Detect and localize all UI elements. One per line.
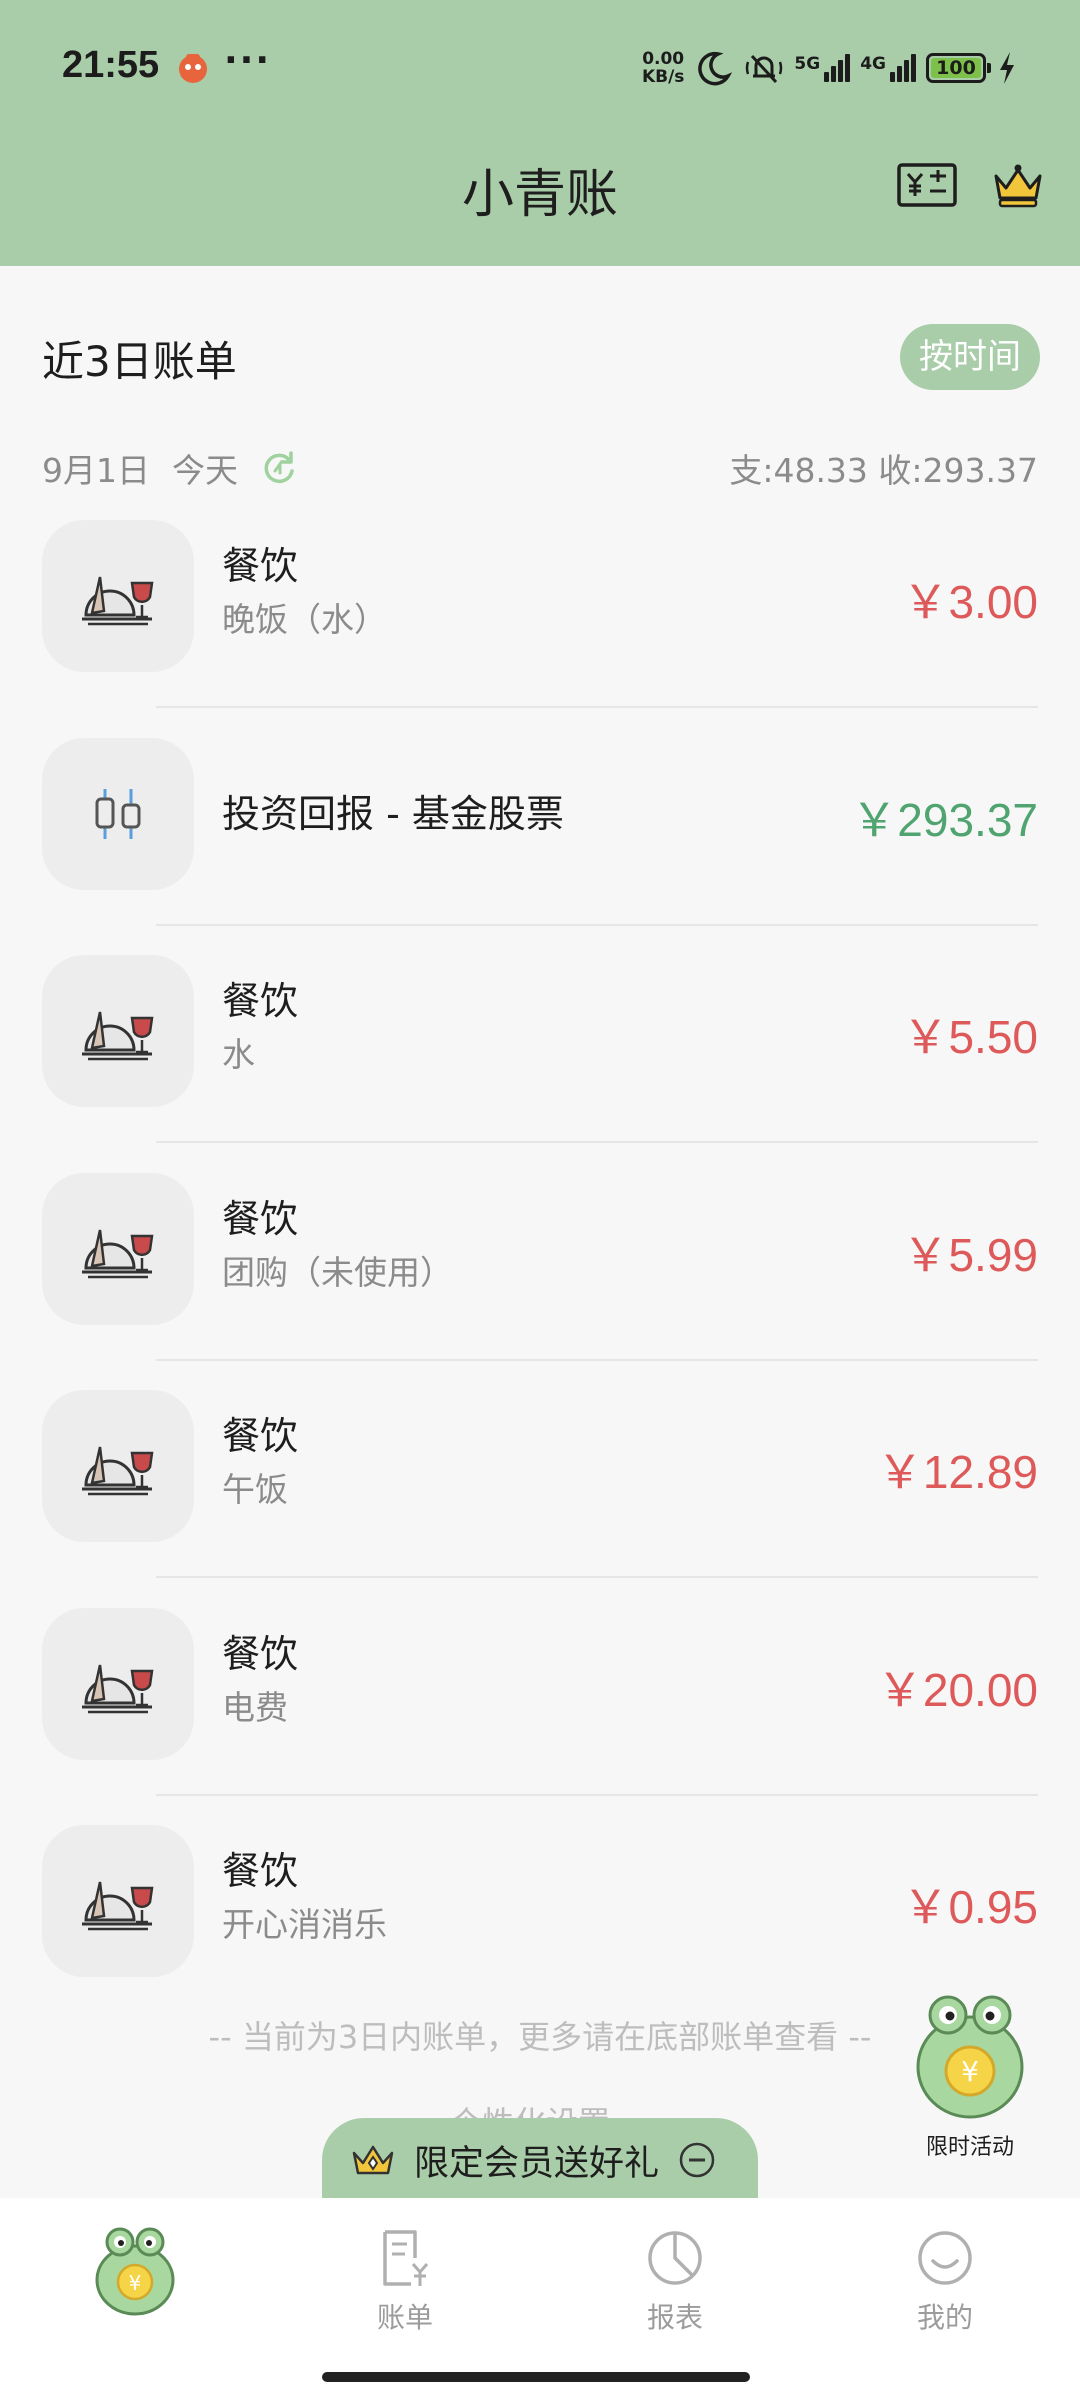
transaction-amount: ￥20.00 bbox=[876, 1663, 1038, 1716]
transaction-category: 餐饮 bbox=[222, 544, 299, 588]
divider bbox=[156, 1141, 1038, 1143]
frog-home-icon: ¥ bbox=[95, 2227, 175, 2316]
nav-home[interactable]: ¥ bbox=[55, 2220, 215, 2320]
divider bbox=[156, 1793, 1038, 1796]
transaction-amount: ￥3.00 bbox=[902, 576, 1038, 628]
status-right-group: 0.00 KB/s 5G 4G 100 bbox=[642, 46, 1018, 90]
nav-me-label: 我的 bbox=[916, 2301, 973, 2334]
app-header: 21:55 ··· 0.00 KB/s 5G 4G 100 小青账 bbox=[0, 0, 1080, 266]
dnd-moon-icon bbox=[698, 51, 733, 86]
nav-bills[interactable]: 账单 bbox=[325, 2228, 485, 2336]
status-time: 21:55 bbox=[62, 44, 160, 86]
signal-4g: 4G bbox=[860, 54, 916, 82]
dining-icon bbox=[42, 1607, 194, 1760]
net-speed-unit: KB/s bbox=[641, 67, 685, 87]
divider bbox=[156, 1576, 1038, 1578]
dining-icon bbox=[42, 1172, 194, 1325]
transaction-list: 餐饮 晚饭（水） ￥3.00 投资回报 - 基金股票 ￥293.37 餐饮 水 … bbox=[0, 520, 1080, 2043]
dining-icon bbox=[42, 520, 194, 672]
transaction-amount: ￥293.37 bbox=[851, 793, 1038, 846]
day-summary: 支:48.33 收:293.37 bbox=[729, 451, 1038, 490]
nav-reports-label: 报表 bbox=[646, 2301, 703, 2334]
dining-icon bbox=[42, 955, 194, 1107]
transaction-amount: ￥0.95 bbox=[902, 1881, 1038, 1933]
transaction-category: 餐饮 bbox=[222, 1414, 299, 1458]
bottom-nav: ¥ 账单 报表 我的 bbox=[0, 2198, 1080, 2400]
bill-icon bbox=[383, 2230, 429, 2286]
dining-icon bbox=[42, 1825, 194, 1977]
transaction-note: 团购（未使用） bbox=[222, 1252, 453, 1292]
limited-event-button[interactable]: ¥ 限时活动 bbox=[908, 1985, 1032, 2161]
transaction-category: 投资回报 - 基金股票 bbox=[222, 791, 564, 836]
transaction-amount: ￥5.50 bbox=[902, 1011, 1038, 1063]
signal-5g: 5G bbox=[794, 54, 851, 82]
transaction-note: 水 bbox=[222, 1035, 255, 1074]
home-indicator[interactable] bbox=[322, 2372, 750, 2382]
candlestick-icon bbox=[42, 737, 194, 890]
transaction-amount: ￥12.89 bbox=[876, 1446, 1038, 1498]
status-bar: 21:55 ··· 0.00 KB/s 5G 4G 100 bbox=[0, 0, 1080, 130]
status-more-icon: ··· bbox=[224, 40, 272, 81]
divider bbox=[156, 706, 1038, 708]
transaction-note: 电费 bbox=[222, 1687, 288, 1727]
nav-reports[interactable]: 报表 bbox=[595, 2228, 755, 2336]
divider bbox=[156, 1358, 1038, 1361]
refresh-icon[interactable] bbox=[260, 449, 298, 487]
transaction-note: 晚饭（水） bbox=[222, 600, 387, 639]
charging-bolt-icon bbox=[1000, 52, 1014, 84]
transaction-row[interactable]: 投资回报 - 基金股票 ￥293.37 bbox=[0, 737, 1080, 956]
crown-icon[interactable] bbox=[990, 160, 1046, 210]
transaction-category: 餐饮 bbox=[222, 979, 299, 1023]
mute-bell-icon bbox=[746, 54, 783, 84]
svg-text:¥: ¥ bbox=[129, 2271, 142, 2295]
transaction-row[interactable]: 餐饮 团购（未使用） ￥5.99 bbox=[0, 1172, 1080, 1391]
battery-icon: 100 bbox=[926, 53, 991, 83]
app-notification-icon bbox=[179, 54, 207, 83]
limited-event-label: 限时活动 bbox=[925, 2135, 1014, 2160]
frog-mascot-icon: ¥ bbox=[916, 1995, 1024, 2119]
member-gift-banner[interactable]: 限定会员送好礼 bbox=[322, 2118, 758, 2202]
dining-icon bbox=[42, 1390, 194, 1542]
transaction-category: 餐饮 bbox=[222, 1631, 299, 1676]
transaction-category: 餐饮 bbox=[222, 1196, 299, 1241]
collapse-icon[interactable] bbox=[677, 2140, 717, 2180]
sort-by-time-button[interactable]: 按时间 bbox=[900, 324, 1040, 390]
section-title: 近3日账单 bbox=[42, 337, 237, 386]
transaction-amount: ￥5.99 bbox=[902, 1228, 1038, 1281]
transaction-category: 餐饮 bbox=[222, 1849, 299, 1893]
divider bbox=[156, 923, 1038, 926]
member-banner-text: 限定会员送好礼 bbox=[414, 2143, 660, 2184]
day-header: 9月1日 今天 支:48.33 收:293.37 bbox=[42, 444, 1038, 490]
net-speed: 0.00 KB/s bbox=[642, 50, 684, 86]
currency-calc-icon[interactable] bbox=[896, 160, 958, 210]
smile-icon bbox=[918, 2231, 972, 2285]
transaction-row[interactable]: 餐饮 晚饭（水） ￥3.00 bbox=[0, 520, 1080, 738]
transaction-row[interactable]: 餐饮 水 ￥5.50 bbox=[0, 955, 1080, 1173]
svg-text:¥: ¥ bbox=[961, 2055, 979, 2088]
pie-chart-icon bbox=[648, 2231, 702, 2285]
transaction-row[interactable]: 餐饮 午饭 ￥12.89 bbox=[0, 1390, 1080, 1608]
transaction-row[interactable]: 餐饮 电费 ￥20.00 bbox=[0, 1607, 1080, 1826]
day-label: 今天 bbox=[172, 451, 238, 490]
crown-icon bbox=[352, 2145, 394, 2175]
day-date: 9月1日 bbox=[42, 451, 150, 490]
nav-bills-label: 账单 bbox=[376, 2301, 433, 2334]
net-speed-value: 0.00 bbox=[642, 49, 685, 69]
transaction-note: 开心消消乐 bbox=[222, 1905, 387, 1944]
transaction-note: 午饭 bbox=[222, 1470, 288, 1509]
nav-me[interactable]: 我的 bbox=[865, 2228, 1025, 2336]
